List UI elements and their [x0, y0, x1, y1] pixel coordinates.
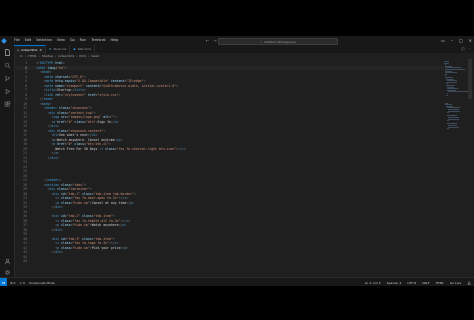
breadcrumb-separator-icon: ›	[25, 54, 27, 58]
indentation[interactable]: Spaces: 4	[387, 281, 402, 285]
cursor-position[interactable]: Ln 2, Col 5	[365, 281, 381, 285]
minimap-line	[447, 110, 460, 112]
encoding[interactable]: UTF-8	[407, 281, 416, 285]
extensions-icon[interactable]	[3, 100, 11, 108]
minimap-line	[445, 72, 458, 74]
activity-bar	[0, 45, 15, 277]
history-nav: ← →	[206, 36, 217, 45]
search-view-icon[interactable]	[3, 61, 11, 69]
menu-edit[interactable]: Edit	[25, 36, 32, 45]
tab-label: style.css	[53, 47, 67, 51]
tab-actions: ◫ ⋯	[461, 45, 471, 53]
menu-terminal[interactable]: Terminal	[91, 36, 105, 45]
minimap-line	[446, 94, 448, 96]
scrollbar-thumb[interactable]	[468, 59, 472, 99]
menu-selection[interactable]: Selection	[36, 36, 52, 45]
tab-welcome[interactable]: ◆ Welcome	[70, 45, 96, 53]
more-actions-icon[interactable]: ⋯	[468, 47, 471, 51]
minimize-icon[interactable]: –	[451, 36, 453, 45]
menu-file[interactable]: File	[14, 36, 20, 45]
menu-view[interactable]: View	[57, 36, 65, 45]
status-right: Ln 2, Col 5 Spaces: 4 UTF-8 CRLF HTML Go…	[365, 278, 471, 286]
account-icon[interactable]	[3, 257, 11, 265]
window-controls: ▭ – □ ✕	[441, 36, 472, 45]
maximize-icon[interactable]: □	[459, 36, 463, 45]
tab-style-css[interactable]: # style.css	[46, 45, 71, 53]
minimap[interactable]	[444, 59, 468, 277]
remote-indicator[interactable]: ⋈	[0, 278, 7, 286]
forward-arrow-icon[interactable]: →	[213, 36, 216, 45]
menu-help[interactable]: Help	[111, 36, 119, 45]
close-tab-icon[interactable]: ✕	[39, 48, 42, 52]
screencast-mode[interactable]: Screencast Mode	[29, 281, 55, 285]
bell-icon[interactable]: 🔔︎	[467, 281, 471, 285]
code-editor[interactable]: 1 <!DOCTYPE html> 2 <html lang="en"> 3 <head…	[14, 59, 444, 277]
breadcrumb-item[interactable]: index.html	[58, 54, 74, 58]
source-control-icon[interactable]	[3, 74, 11, 82]
language-mode[interactable]: HTML	[436, 281, 444, 285]
explorer-icon[interactable]	[3, 48, 11, 56]
back-arrow-icon[interactable]: ←	[206, 36, 209, 45]
search-icon: ⌕	[260, 39, 263, 44]
breadcrumb-item[interactable]: head	[91, 54, 99, 58]
problems-warnings[interactable]: ⚠ 0	[19, 281, 25, 285]
problems-errors[interactable]: ⊗ 0	[10, 281, 15, 285]
css-file-icon: #	[48, 47, 52, 51]
status-bar: ⋈ ⊗ 0 ⚠ 0 Screencast Mode Ln 2, Col 5 Sp…	[0, 277, 474, 286]
remote-icon: ⋈	[1, 280, 6, 285]
code-line[interactable]: 45	[14, 259, 444, 264]
breadcrumb-separator-icon: ›	[88, 54, 90, 58]
minimap-line	[447, 91, 468, 93]
run-debug-icon[interactable]	[3, 87, 11, 95]
breadcrumb-item[interactable]: C:	[20, 54, 23, 58]
html-file-icon: ◇	[17, 48, 20, 52]
breadcrumb-separator-icon: ›	[55, 54, 57, 58]
title-bar: File Edit Selection View Go Run Terminal…	[0, 36, 474, 45]
split-editor-icon[interactable]: ◫	[461, 47, 464, 51]
tab-label: Welcome	[77, 47, 92, 51]
tab-label: index.html	[21, 48, 38, 52]
breadcrumb-item[interactable]: Startup	[42, 54, 53, 58]
editor-scrollbar[interactable]	[468, 59, 472, 277]
layout-icon[interactable]: ▭	[441, 36, 445, 45]
command-center[interactable]: ⌕ Untitled (Workspace)	[218, 38, 338, 45]
command-center-label: Untitled (Workspace)	[264, 39, 296, 44]
status-left: ⊗ 0 ⚠ 0 Screencast Mode	[10, 278, 55, 286]
minimap-line	[446, 128, 449, 130]
minimap-line	[447, 118, 459, 120]
line-number: 45	[23, 259, 27, 263]
welcome-icon: ◆	[73, 47, 76, 51]
minimap-line	[446, 81, 458, 83]
minimap-line	[446, 112, 449, 114]
breadcrumb-separator-icon: ›	[38, 54, 40, 58]
line-endings[interactable]: CRLF	[422, 281, 430, 285]
breadcrumb-item[interactable]: html	[79, 54, 86, 58]
menu-run[interactable]: Run	[80, 36, 87, 45]
menu-go[interactable]: Go	[70, 36, 75, 45]
breadcrumb-separator-icon: ›	[76, 54, 78, 58]
minimap-line	[446, 120, 449, 122]
editor-tabs: ◇ index.html ✕ # style.css ◆ Welcome	[14, 45, 474, 54]
settings-gear-icon[interactable]	[3, 268, 11, 276]
minimap-line	[447, 126, 459, 128]
vscode-logo-icon	[0, 36, 8, 45]
menu-bar: File Edit Selection View Go Run Terminal…	[14, 36, 118, 45]
close-window-icon[interactable]: ✕	[469, 36, 472, 45]
editor-window: File Edit Selection View Go Run Terminal…	[0, 36, 474, 286]
breadcrumb-item[interactable]: HTML	[28, 54, 36, 58]
go-live-button[interactable]: Go Live	[450, 281, 461, 285]
